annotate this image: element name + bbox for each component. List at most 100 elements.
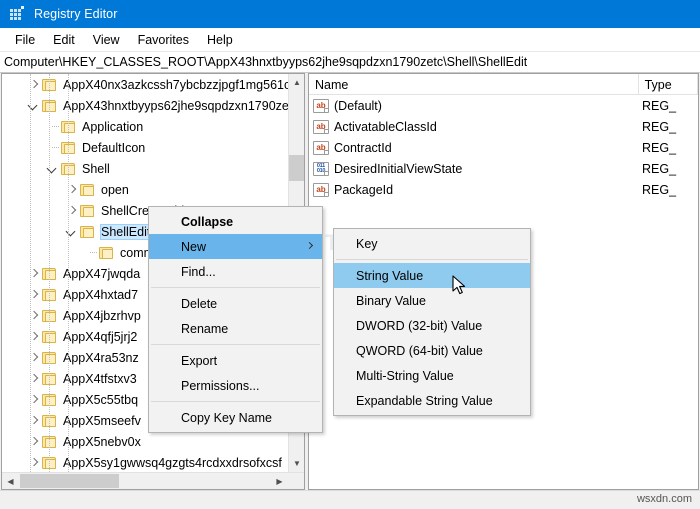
title-bar: Registry Editor — [0, 0, 700, 28]
context-menu-item-label: Export — [181, 353, 218, 368]
values-list[interactable]: ab (Default) REG_ ab ActivatableClassId REG_ a… — [309, 95, 698, 200]
menu-view[interactable]: View — [84, 30, 129, 50]
submenu-item-label: String Value — [356, 268, 424, 283]
tree-item-label: AppX4jbzrhvp — [63, 308, 141, 323]
menu-file[interactable]: File — [6, 30, 44, 50]
chevron-right-icon[interactable] — [26, 347, 42, 368]
chevron-right-icon[interactable] — [26, 74, 42, 95]
value-name: (Default) — [334, 98, 382, 113]
chevron-right-icon[interactable] — [26, 389, 42, 410]
address-bar[interactable]: Computer\HKEY_CLASSES_ROOT\AppX43hnxtbyy… — [0, 52, 700, 73]
column-header-type[interactable]: Type — [639, 74, 698, 95]
submenu-item[interactable]: Binary Value — [334, 288, 530, 313]
value-row[interactable]: ab PackageId REG_ — [309, 179, 698, 200]
context-menu-item[interactable]: Export — [149, 348, 322, 373]
menu-edit[interactable]: Edit — [44, 30, 84, 50]
folder-icon — [42, 372, 58, 386]
chevron-right-icon[interactable] — [64, 179, 80, 200]
submenu-item[interactable]: DWORD (32-bit) Value — [334, 313, 530, 338]
context-menu-item[interactable]: Collapse — [149, 209, 322, 234]
context-menu-item[interactable]: Rename — [149, 316, 322, 341]
chevron-right-icon[interactable] — [26, 305, 42, 326]
submenu-item-label: QWORD (64-bit) Value — [356, 343, 483, 358]
tree-vscroll-thumb[interactable] — [289, 155, 304, 181]
string-value-icon: ab — [313, 140, 329, 155]
menu-favorites[interactable]: Favorites — [129, 30, 198, 50]
submenu-item[interactable]: QWORD (64-bit) Value — [334, 338, 530, 363]
context-menu-item[interactable]: Permissions... — [149, 373, 322, 398]
folder-icon — [42, 456, 58, 470]
menu-separator — [151, 401, 320, 402]
chevron-right-icon[interactable] — [26, 431, 42, 452]
value-type: REG_ — [642, 161, 677, 176]
folder-icon — [42, 414, 58, 428]
context-menu: Collapse New Find... Delete Rename Export Perm… — [148, 206, 323, 433]
context-menu-item-label: Permissions... — [181, 378, 260, 393]
context-menu-item-label: Copy Key Name — [181, 410, 273, 425]
value-type: REG_ — [642, 182, 677, 197]
chevron-right-icon[interactable] — [26, 410, 42, 431]
context-menu-item[interactable]: Copy Key Name — [149, 405, 322, 430]
folder-icon — [42, 288, 58, 302]
chevron-down-icon[interactable] — [64, 221, 80, 242]
tree-item-label: AppX5nebv0x — [63, 434, 141, 449]
folder-icon — [42, 330, 58, 344]
submenu-item[interactable]: Key — [334, 231, 530, 256]
registry-editor-icon — [9, 6, 25, 22]
value-row[interactable]: ab ActivatableClassId REG_ — [309, 116, 698, 137]
tree-item-label: AppX4hxtad7 — [63, 287, 139, 302]
chevron-right-icon[interactable] — [26, 326, 42, 347]
submenu-item-label: DWORD (32-bit) Value — [356, 318, 483, 333]
tree-item[interactable]: DefaultIcon — [2, 137, 289, 158]
status-bar: wsxdn.com — [0, 490, 700, 509]
tree-leaf-marker — [45, 116, 61, 137]
column-header-name[interactable]: Name — [309, 74, 639, 95]
menu-bar: File Edit View Favorites Help — [0, 28, 700, 52]
value-row[interactable]: ab (Default) REG_ — [309, 95, 698, 116]
submenu-item-label: Key — [356, 236, 378, 251]
submenu-item-label: Expandable String Value — [356, 393, 493, 408]
tree-item[interactable]: AppX43hnxtbyyps62jhe9sqpdzxn1790zetc — [2, 95, 289, 116]
tree-hscroll-thumb[interactable] — [20, 474, 119, 488]
folder-icon — [42, 267, 58, 281]
tree-guide-line — [49, 74, 50, 472]
menu-help[interactable]: Help — [198, 30, 242, 50]
submenu-item[interactable]: String Value — [334, 263, 530, 288]
chevron-right-icon[interactable] — [26, 368, 42, 389]
chevron-down-icon[interactable] — [45, 158, 61, 179]
context-menu-item[interactable]: New — [149, 234, 322, 259]
chevron-right-icon[interactable] — [64, 200, 80, 221]
value-name: PackageId — [334, 182, 394, 197]
tree-horizontal-scrollbar[interactable]: ◀ ▶ — [2, 472, 304, 489]
scroll-right-icon[interactable]: ▶ — [271, 473, 288, 489]
tree-item[interactable]: Application — [2, 116, 289, 137]
tree-item-label: AppX5mseefv — [63, 413, 141, 428]
submenu-item-label: Binary Value — [356, 293, 426, 308]
value-row[interactable]: 011 010 DesiredInitialViewState REG_ — [309, 158, 698, 179]
scroll-left-icon[interactable]: ◀ — [2, 473, 19, 489]
context-menu-item[interactable]: Find... — [149, 259, 322, 284]
binary-value-icon: 011 010 — [313, 161, 329, 176]
scroll-up-icon[interactable]: ▲ — [289, 74, 304, 91]
tree-item[interactable]: open — [2, 179, 289, 200]
submenu-item[interactable]: Expandable String Value — [334, 388, 530, 413]
value-row[interactable]: ab ContractId REG_ — [309, 137, 698, 158]
tree-item[interactable]: AppX40nx3azkcssh7ybcbzzjpgf1mg561cy — [2, 74, 289, 95]
chevron-right-icon[interactable] — [26, 263, 42, 284]
chevron-down-icon[interactable] — [26, 95, 42, 116]
value-name: ContractId — [334, 140, 392, 155]
new-submenu: Key String Value Binary Value DWORD (32-bit… — [333, 228, 531, 416]
tree-item[interactable]: AppX5sy1gwwsq4gzgts4rcdxxdrsofxcsf — [2, 452, 289, 472]
folder-icon — [80, 225, 96, 239]
context-menu-item[interactable]: Delete — [149, 291, 322, 316]
tree-item[interactable]: Shell — [2, 158, 289, 179]
tree-item-label: AppX40nx3azkcssh7ybcbzzjpgf1mg561cy — [63, 77, 289, 92]
tree-item-label: AppX5c55tbq — [63, 392, 139, 407]
chevron-right-icon[interactable] — [26, 452, 42, 472]
context-menu-item-label: Delete — [181, 296, 218, 311]
scroll-down-icon[interactable]: ▼ — [289, 455, 304, 472]
chevron-right-icon[interactable] — [26, 284, 42, 305]
values-column-header: Name Type — [309, 74, 698, 95]
submenu-item[interactable]: Multi-String Value — [334, 363, 530, 388]
tree-item[interactable]: AppX5nebv0x — [2, 431, 289, 452]
